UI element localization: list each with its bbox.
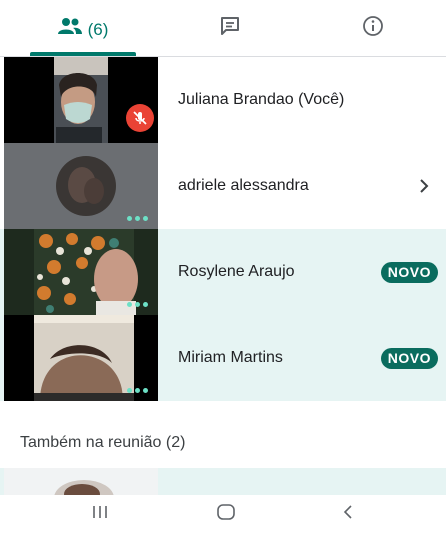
home-button[interactable] <box>196 495 256 533</box>
participant-row-partial[interactable] <box>0 468 446 495</box>
participant-row-juliana[interactable]: Juliana Brandao (Você) <box>0 57 446 143</box>
info-icon <box>362 15 384 42</box>
participant-row-rosylene[interactable]: Rosylene Araujo NOVO <box>0 229 446 315</box>
home-icon <box>216 503 236 526</box>
video-tile-miriam <box>4 315 158 401</box>
people-count: (6) <box>87 19 109 39</box>
participant-row-adriele[interactable]: adriele alessandra <box>0 143 446 229</box>
mic-off-icon <box>126 104 154 132</box>
tab-chat[interactable] <box>160 0 300 57</box>
video-tile-adriele <box>4 143 158 229</box>
participant-name: Juliana Brandao (Você) <box>178 91 345 108</box>
participant-row-miriam[interactable]: Miriam Martins NOVO <box>0 315 446 401</box>
more-options-icon[interactable] <box>127 388 148 393</box>
also-in-meeting-label: Também na reunião (2) <box>20 434 186 451</box>
participant-name: adriele alessandra <box>178 177 309 194</box>
video-tile-partial <box>4 468 158 495</box>
tab-bar: (6) <box>0 0 446 57</box>
more-options-icon[interactable] <box>127 216 148 221</box>
participant-name: Rosylene Araujo <box>178 263 295 280</box>
back-icon <box>341 503 355 526</box>
system-nav-bar <box>0 495 446 533</box>
chevron-right-icon[interactable] <box>418 143 430 229</box>
recent-apps-icon <box>91 504 109 525</box>
chat-icon <box>219 15 241 42</box>
video-tile-juliana <box>4 57 158 143</box>
recent-apps-button[interactable] <box>70 495 130 533</box>
more-options-icon[interactable] <box>127 302 148 307</box>
new-badge: NOVO <box>380 348 438 369</box>
video-tile-rosylene <box>4 229 158 315</box>
people-icon <box>57 17 83 40</box>
participant-name: Miriam Martins <box>178 349 283 366</box>
new-badge: NOVO <box>380 262 438 283</box>
back-button[interactable] <box>318 495 378 533</box>
tab-people[interactable]: (6) <box>10 0 155 57</box>
tab-info[interactable] <box>300 0 446 57</box>
